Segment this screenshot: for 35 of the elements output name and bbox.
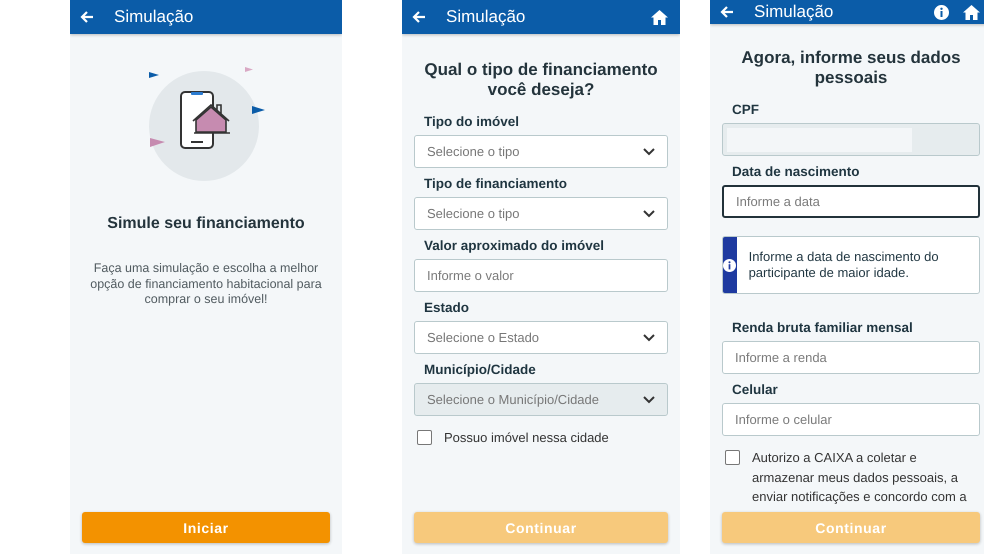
screen-heading: Qual o tipo de financiamento você deseja? (423, 60, 659, 100)
field-label: CPF (732, 102, 760, 118)
header-title: Simulação (754, 2, 834, 22)
select-field[interactable]: Selecione o Estado (414, 321, 668, 354)
checkbox-label: Autorizo a CAIXA a coletar e armazenar meus dados pessoais, a enviar notificações e concordo com a (752, 449, 968, 506)
checkbox[interactable] (417, 430, 432, 445)
description-text: Faça uma simulação e escolha a melhor opção de financiamento habitacional para comprar o seu imóvel! (89, 261, 323, 308)
screen-heading: Agora, informe seus dados pessoais (740, 48, 962, 88)
screen-heading: Simule seu financiamento (106, 214, 306, 234)
field-label: Renda bruta familiar mensal (732, 320, 914, 336)
back-arrow-icon[interactable] (412, 10, 426, 24)
input-field[interactable]: Informe a data (722, 185, 980, 218)
field-label: Data de nascimento (732, 164, 861, 180)
back-arrow-icon[interactable] (80, 10, 94, 24)
home-icon[interactable] (651, 10, 668, 24)
field-label: Município/Cidade (424, 362, 537, 378)
field-label: Tipo de financiamento (424, 176, 568, 192)
back-arrow-icon[interactable] (720, 5, 734, 19)
note-text: Informe a data de nascimento do participante de maior idade. (748, 248, 940, 282)
chevron-down-icon[interactable] (643, 148, 655, 156)
info-icon[interactable] (934, 4, 949, 20)
field-label: Celular (732, 382, 779, 398)
chevron-down-icon[interactable] (643, 210, 655, 218)
checkbox[interactable] (725, 450, 740, 465)
checkbox-label: Possuo imóvel nessa cidade (444, 429, 609, 447)
chevron-down-icon[interactable] (643, 334, 655, 342)
start-button[interactable]: Iniciar (82, 512, 330, 543)
header-title: Simulação (446, 7, 526, 27)
select-field[interactable]: Selecione o tipo (414, 197, 668, 230)
header-title: Simulação (114, 7, 194, 27)
field-label: Valor aproximado do imóvel (424, 238, 606, 254)
field-label: Estado (424, 300, 470, 316)
select-field[interactable]: Selecione o tipo (414, 135, 668, 168)
home-icon[interactable] (963, 4, 980, 20)
field-label: Tipo do imóvel (424, 114, 520, 130)
